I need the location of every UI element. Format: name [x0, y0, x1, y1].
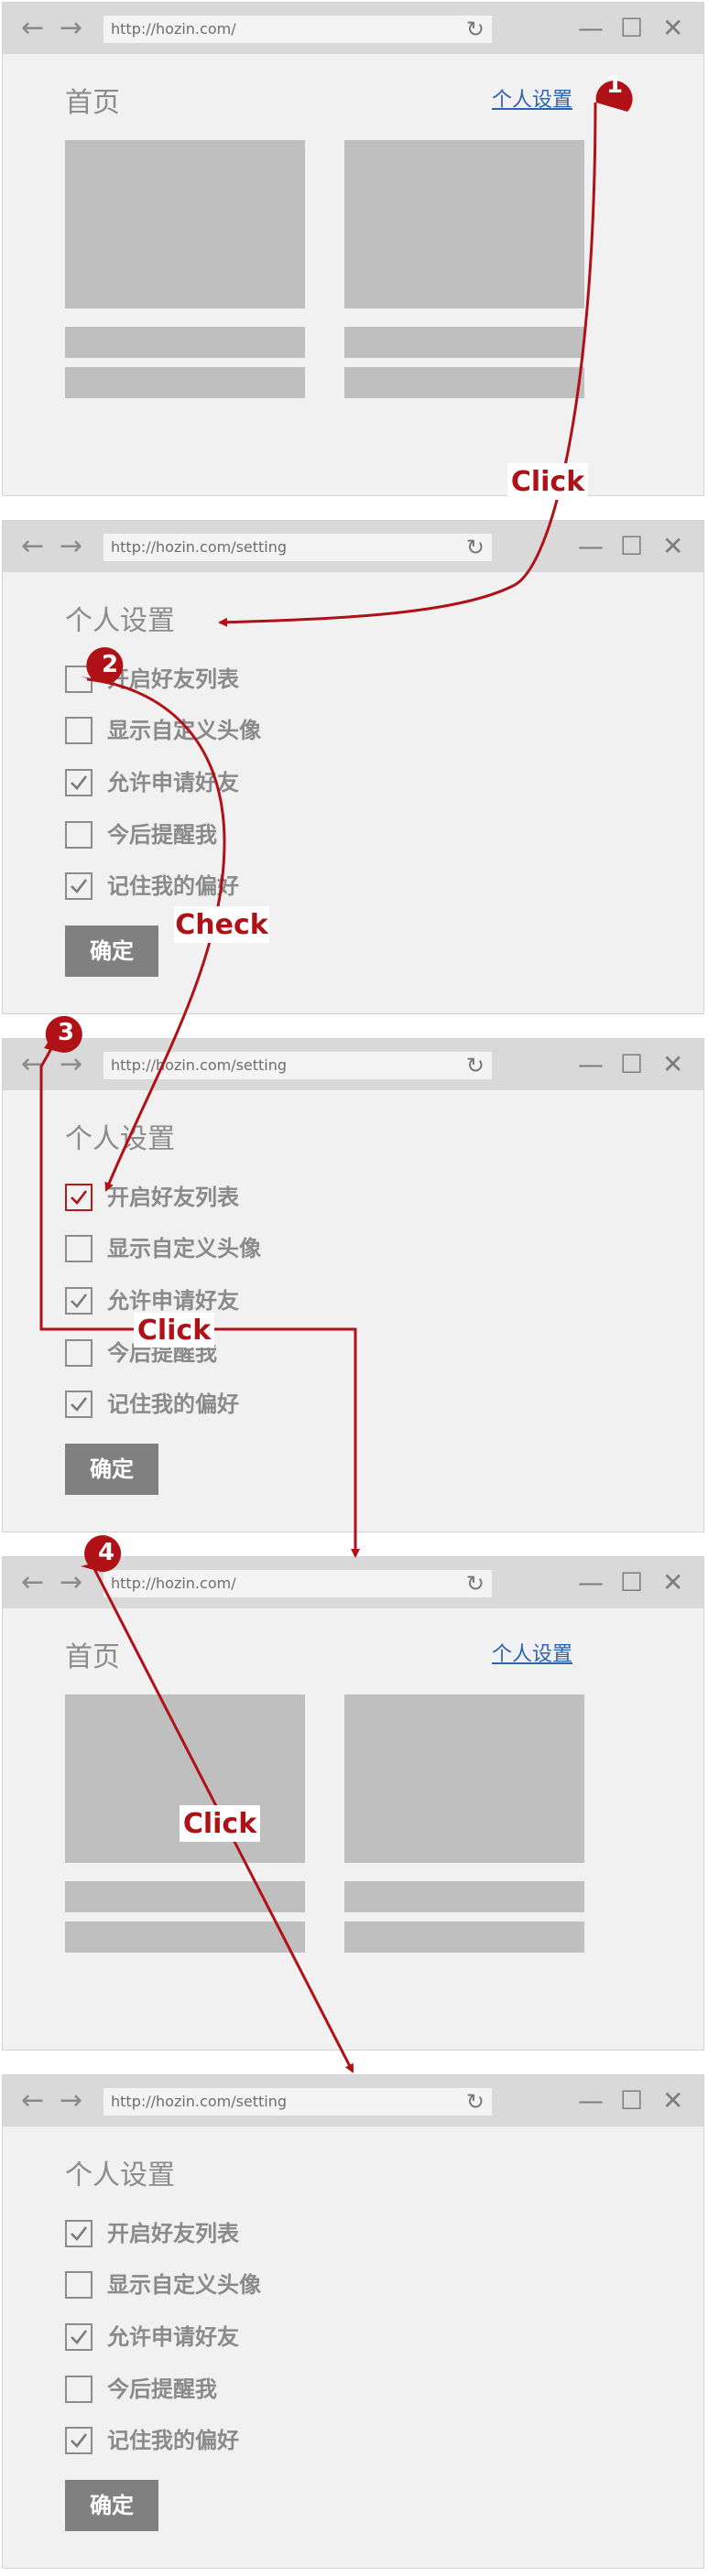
step-1-badge: 1	[595, 71, 633, 112]
step-2-label: Check	[175, 909, 269, 941]
flow-arrow-3	[39, 1044, 360, 1558]
step-3-label: Click	[137, 1315, 212, 1347]
annotation-overlay: Click Check Click Click 1 2 3 4	[39, 71, 633, 2073]
flow-arrow-1	[218, 102, 597, 627]
step-1-number: 1	[606, 71, 623, 99]
step-4-number: 4	[98, 1539, 114, 1566]
step-4-badge: 4	[81, 1535, 122, 1573]
step-1-label: Click	[511, 466, 585, 498]
step-3-number: 3	[58, 1019, 74, 1046]
step-4-label: Click	[183, 1808, 257, 1840]
step-3-badge: 3	[44, 1015, 82, 1053]
step-2-badge: 2	[81, 647, 124, 684]
step-2-number: 2	[102, 651, 118, 678]
